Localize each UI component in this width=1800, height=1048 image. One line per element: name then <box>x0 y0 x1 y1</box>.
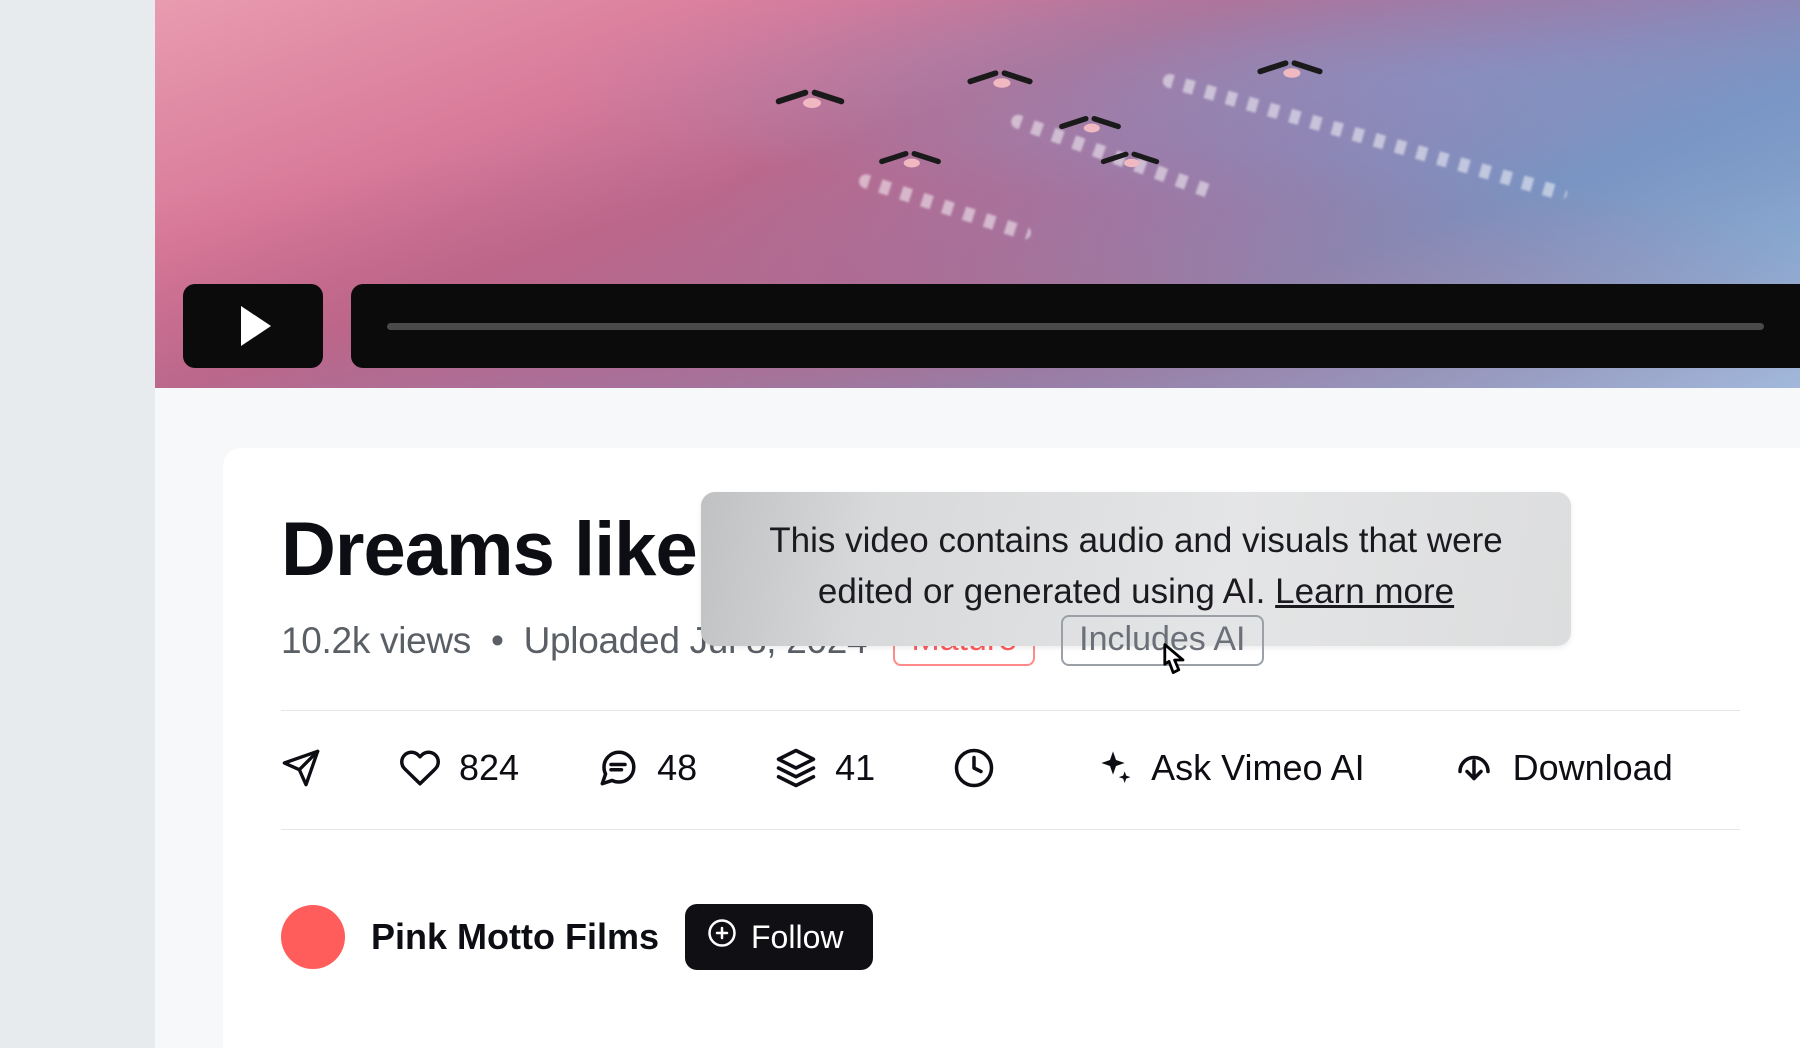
flamingo <box>1257 61 1324 86</box>
comment-icon <box>597 747 639 789</box>
views-count: 10.2k views <box>281 620 471 661</box>
flamingo <box>879 151 942 174</box>
divider <box>281 710 1740 711</box>
ask-ai-label: Ask Vimeo AI <box>1151 747 1364 789</box>
channel-name[interactable]: Pink Motto Films <box>371 916 659 958</box>
ask-ai-button[interactable]: Ask Vimeo AI <box>1093 747 1364 789</box>
flamingo <box>1059 116 1122 139</box>
progress-bar[interactable] <box>351 284 1800 368</box>
download-button[interactable]: Download <box>1453 747 1673 789</box>
player-controls <box>183 284 1800 368</box>
download-icon <box>1453 747 1495 789</box>
plus-circle-icon <box>707 918 737 956</box>
play-icon <box>241 306 271 346</box>
flamingo <box>1100 152 1160 174</box>
meta-separator: • <box>491 620 504 661</box>
ai-badge-label: Includes AI <box>1079 620 1245 658</box>
layers-icon <box>775 747 817 789</box>
actions-row: 824 48 41 <box>281 747 1800 789</box>
download-label: Download <box>1513 747 1673 789</box>
progress-track <box>387 323 1764 330</box>
clock-icon <box>953 747 995 789</box>
collections-button[interactable]: 41 <box>775 747 875 789</box>
follow-label: Follow <box>751 919 843 956</box>
like-count: 824 <box>459 747 519 789</box>
flamingo <box>775 90 845 116</box>
like-button[interactable]: 824 <box>399 747 519 789</box>
divider <box>281 829 1740 830</box>
comment-count: 48 <box>657 747 697 789</box>
play-button[interactable] <box>183 284 323 368</box>
follow-button[interactable]: Follow <box>685 904 873 970</box>
title-row: Dreams like This video contains audio an… <box>281 506 1800 593</box>
sparkle-icon <box>1093 748 1133 788</box>
includes-ai-badge[interactable]: Includes AI <box>1061 615 1263 666</box>
watch-later-button[interactable] <box>953 747 995 789</box>
video-player[interactable] <box>155 0 1800 388</box>
video-page: Dreams like This video contains audio an… <box>155 0 1800 1048</box>
channel-avatar[interactable] <box>281 905 345 969</box>
channel-row: Pink Motto Films Follow <box>281 904 1800 970</box>
heart-icon <box>399 747 441 789</box>
tooltip-learn-more-link[interactable]: Learn more <box>1275 572 1454 611</box>
flamingo <box>967 71 1034 96</box>
send-icon <box>281 748 321 788</box>
collection-count: 41 <box>835 747 875 789</box>
share-button[interactable] <box>281 748 321 788</box>
comments-button[interactable]: 48 <box>597 747 697 789</box>
video-info-card: Dreams like This video contains audio an… <box>223 448 1800 1048</box>
